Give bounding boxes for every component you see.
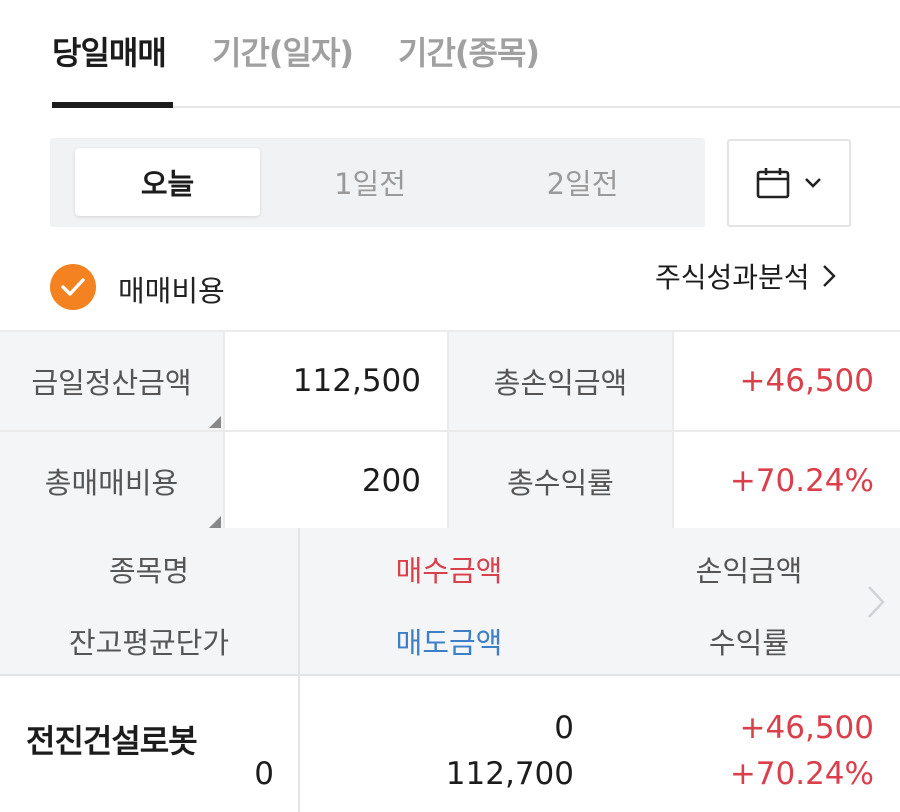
- day-option-today[interactable]: 오늘: [75, 148, 260, 216]
- chevron-right-icon: [822, 265, 836, 287]
- total-fee-label: 총매매비용: [0, 432, 223, 530]
- tab-bar: 당일매매 기간(일자) 기간(종목): [0, 0, 900, 108]
- buy-amount-value: 0: [554, 710, 574, 746]
- fee-checkbox-label[interactable]: 매매비용: [118, 268, 225, 310]
- column-header-sell-amount: 매도금액: [395, 626, 503, 660]
- tab-bar-divider: [52, 106, 900, 108]
- avg-price-value: 0: [254, 756, 274, 792]
- summary-col-divider: [223, 332, 225, 530]
- day-option-2-days-ago[interactable]: 2일전: [490, 148, 675, 216]
- scroll-right-icon[interactable]: [866, 584, 886, 620]
- stock-name: 전진건설로봇: [26, 722, 198, 760]
- summary-row-divider: [0, 430, 900, 432]
- stock-performance-analysis-link[interactable]: 주식성과분석: [655, 256, 836, 296]
- column-header-buy-amount: 매수금액: [395, 554, 503, 588]
- return-rate-value: +70.24%: [729, 756, 874, 792]
- summary-col-divider: [447, 332, 449, 530]
- settlement-amount-value: 112,500: [225, 332, 447, 430]
- summary-col-divider: [672, 332, 674, 530]
- day-selector: 오늘 1일전 2일전: [50, 138, 705, 227]
- total-pl-label: 총손익금액: [449, 332, 672, 430]
- total-pl-value: +46,500: [674, 332, 900, 430]
- tab-intraday[interactable]: 당일매매: [52, 28, 167, 74]
- tooltip-indicator-icon[interactable]: [209, 516, 221, 528]
- calendar-icon: [756, 168, 790, 199]
- total-fee-value: 200: [225, 432, 447, 530]
- pl-amount-value: +46,500: [739, 710, 874, 746]
- total-return-value: +70.24%: [674, 432, 900, 530]
- summary-grid: 금일정산금액 112,500 총손익금액 +46,500 총매매비용 200 총…: [0, 330, 900, 530]
- column-header-return-rate: 수익률: [708, 626, 790, 660]
- sell-amount-value: 112,700: [445, 756, 574, 792]
- column-header-stock-name: 종목명: [108, 554, 190, 588]
- day-option-1-day-ago[interactable]: 1일전: [275, 148, 465, 216]
- holdings-table-header: 종목명 잔고평균단가 매수금액 매도금액 손익금액 수익률: [0, 528, 900, 674]
- fee-checkbox[interactable]: [50, 264, 96, 310]
- tab-period-date[interactable]: 기간(일자): [212, 28, 354, 74]
- chevron-down-icon: [805, 178, 821, 188]
- header-column-divider: [298, 528, 300, 674]
- table-row[interactable]: 전진건설로봇 0 0 112,700 +46,500 +70.24%: [0, 674, 900, 812]
- tooltip-indicator-icon[interactable]: [209, 416, 221, 428]
- calendar-button[interactable]: [727, 139, 851, 227]
- tab-period-stock[interactable]: 기간(종목): [398, 28, 540, 74]
- check-icon: [61, 278, 85, 296]
- total-return-label: 총수익률: [449, 432, 672, 530]
- analysis-link-label: 주식성과분석: [655, 261, 810, 294]
- settlement-amount-label: 금일정산금액: [0, 332, 223, 430]
- column-header-pl-amount: 손익금액: [695, 554, 803, 588]
- column-header-avg-price: 잔고평균단가: [68, 626, 230, 660]
- row-column-divider: [298, 676, 300, 812]
- active-tab-indicator: [52, 102, 173, 108]
